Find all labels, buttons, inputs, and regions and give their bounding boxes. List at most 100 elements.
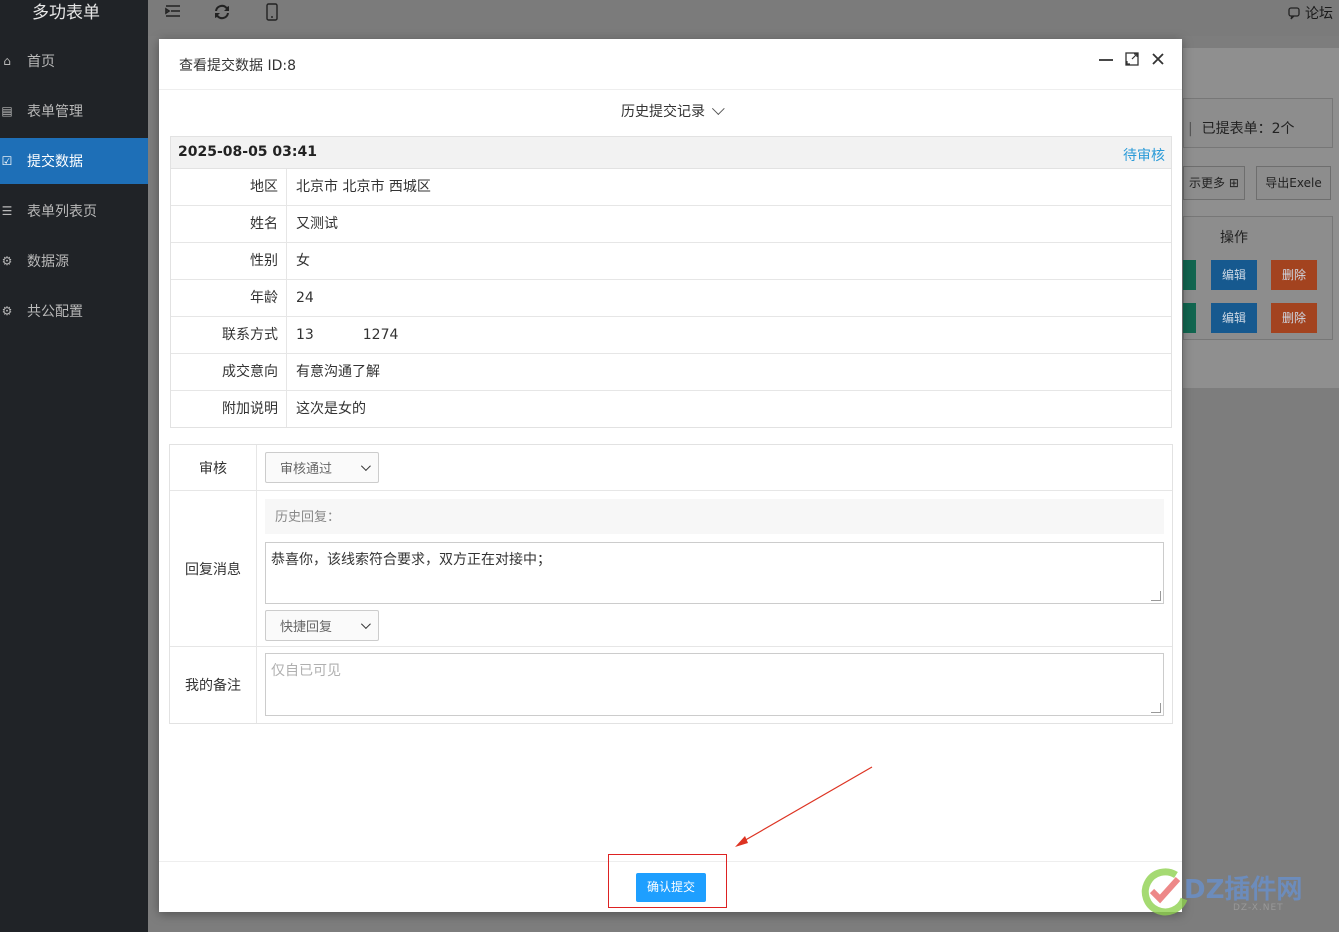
show-more-button[interactable]: 示更多 ⊞ — [1183, 166, 1245, 200]
view-submission-modal: 查看提交数据 ID:8 历史提交记录 2025-08-05 03:41 待审核 … — [159, 39, 1182, 912]
sidebar-item-5[interactable]: ⚙ 共公配置 — [0, 288, 148, 334]
history-toggle-label: 历史提交记录 — [621, 104, 705, 120]
minimize-icon[interactable] — [1095, 51, 1117, 73]
sidebar-item-2[interactable]: ☑ 提交数据 — [0, 138, 148, 184]
sidebar-item-label: 表单列表页 — [27, 204, 97, 220]
record-row: 成交意向 有意沟通了解 — [171, 353, 1171, 390]
reply-row: 回复消息 历史回复： 恭喜你，该线索符合要求，双方正在对接中； 快捷回复 — [170, 490, 1172, 646]
review-cell: 审核通过 — [257, 445, 1172, 490]
note-placeholder: 仅自已可见 — [271, 663, 341, 679]
home-icon: ⌂ — [3, 54, 11, 68]
sidebar-item-0[interactable]: ⌂ 首页 — [0, 38, 148, 84]
note-row: 我的备注 仅自已可见 — [170, 646, 1172, 723]
sidebar-nav: ⌂ 首页 ▤ 表单管理 ☑ 提交数据 ☰ 表单列表页 ⚙ 数据源 ⚙ 共公配置 — [0, 38, 148, 338]
topbar: 论坛 — [148, 0, 1339, 36]
mobile-icon[interactable] — [261, 3, 283, 23]
field-value: 这次是女的 — [296, 401, 366, 417]
field-value: 24 — [296, 290, 314, 306]
watermark: DZ插件网 DZ-X.NET — [1138, 865, 1328, 919]
record-row: 联系方式 13 1274 — [171, 316, 1171, 353]
field-value: 又测试 — [296, 216, 338, 232]
field-value: 13 1274 — [296, 327, 399, 343]
field-value: 北京市 北京市 西城区 — [296, 179, 431, 195]
submitted-count: | 已提表单：2个 — [1188, 121, 1295, 137]
list-icon: ☰ — [1, 204, 13, 218]
chevron-down-icon — [360, 461, 371, 472]
field-label: 附加说明 — [171, 391, 287, 427]
refresh-icon[interactable] — [211, 3, 233, 23]
field-label: 性别 — [171, 243, 287, 279]
review-status-select[interactable]: 审核通过 — [265, 452, 379, 483]
field-label: 联系方式 — [171, 317, 287, 353]
history-toggle[interactable]: 历史提交记录 — [159, 101, 1182, 121]
forum-label: 论坛 — [1305, 6, 1333, 22]
confirm-submit-button[interactable]: 确认提交 — [636, 873, 706, 902]
form-icon: ▤ — [1, 104, 13, 118]
review-form: 审核 审核通过 回复消息 历史回复： 恭喜你，该线索符合要求，双方正在对接中； … — [169, 444, 1173, 724]
resize-handle-icon[interactable] — [1151, 591, 1161, 601]
chevron-down-icon — [360, 619, 371, 630]
datasource-icon: ⚙ — [1, 254, 13, 268]
modal-title: 查看提交数据 ID:8 — [179, 58, 296, 74]
operation-header: 操作 — [1220, 230, 1248, 246]
sidebar-item-label: 共公配置 — [27, 304, 83, 320]
field-value: 女 — [296, 253, 310, 269]
watermark-text: DZ插件网 — [1184, 875, 1303, 905]
note-label: 我的备注 — [170, 647, 257, 723]
record-date: 2025-08-05 03:41 — [178, 144, 317, 160]
record-row: 附加说明 这次是女的 — [171, 390, 1171, 427]
gear-icon: ⚙ — [1, 304, 13, 318]
field-label: 成交意向 — [171, 354, 287, 390]
view-button[interactable] — [1183, 303, 1196, 333]
field-label: 地区 — [171, 169, 287, 205]
resize-handle-icon[interactable] — [1151, 703, 1161, 713]
brand-title: 多功表单 — [32, 3, 100, 23]
note-cell: 仅自已可见 — [257, 647, 1172, 723]
field-label: 年龄 — [171, 280, 287, 316]
reply-textarea[interactable]: 恭喜你，该线索符合要求，双方正在对接中； — [265, 542, 1164, 604]
edit-button[interactable]: 编辑 — [1211, 260, 1257, 290]
sidebar-item-3[interactable]: ☰ 表单列表页 — [0, 188, 148, 234]
export-excel-button[interactable]: 导出Exele — [1256, 166, 1331, 200]
sidebar-item-label: 表单管理 — [27, 104, 83, 120]
record-row: 姓名 又测试 — [171, 205, 1171, 242]
submit-data-icon: ☑ — [1, 154, 13, 168]
modal-header: 查看提交数据 ID:8 — [159, 39, 1182, 90]
field-label: 姓名 — [171, 206, 287, 242]
menu-toggle-icon[interactable] — [162, 3, 184, 23]
note-textarea[interactable]: 仅自已可见 — [265, 653, 1164, 716]
forum-link[interactable]: 论坛 — [1287, 3, 1333, 23]
record-row: 年龄 24 — [171, 279, 1171, 316]
watermark-subtext: DZ-X.NET — [1233, 903, 1284, 913]
view-button[interactable] — [1183, 260, 1196, 290]
sidebar-item-label: 提交数据 — [27, 154, 83, 170]
record-header: 2025-08-05 03:41 待审核 — [171, 137, 1171, 169]
delete-button[interactable]: 删除 — [1271, 303, 1317, 333]
sidebar-item-label: 数据源 — [27, 254, 69, 270]
sidebar-item-1[interactable]: ▤ 表单管理 — [0, 88, 148, 134]
record-row: 性别女 — [171, 242, 1171, 279]
record-row: 地区 北京市 北京市 西城区 — [171, 169, 1171, 205]
reply-label: 回复消息 — [170, 491, 257, 646]
edit-button[interactable]: 编辑 — [1211, 303, 1257, 333]
sidebar-item-label: 首页 — [27, 54, 55, 70]
reply-message-text: 恭喜你，该线索符合要求，双方正在对接中； — [271, 552, 551, 568]
chevron-down-icon — [711, 102, 725, 116]
record-fields: 地区 北京市 北京市 西城区 姓名 又测试 性别女年龄 24 联系方式 13 1274 成交意向… — [171, 169, 1171, 427]
quick-reply-value: 快捷回复 — [280, 620, 333, 635]
submission-record: 2025-08-05 03:41 待审核 地区 北京市 北京市 西城区 姓名 又测试性… — [170, 136, 1172, 428]
review-row: 审核 审核通过 — [170, 445, 1172, 490]
sidebar-item-4[interactable]: ⚙ 数据源 — [0, 238, 148, 284]
reply-cell: 历史回复： 恭喜你，该线索符合要求，双方正在对接中； 快捷回复 — [257, 491, 1172, 646]
chat-icon — [1288, 7, 1300, 20]
maximize-icon[interactable] — [1121, 51, 1143, 73]
status-badge: 待审核 — [1123, 148, 1165, 164]
history-reply-box: 历史回复： — [265, 499, 1164, 534]
delete-button[interactable]: 删除 — [1271, 260, 1317, 290]
sidebar: 多功表单 ⌂ 首页 ▤ 表单管理 ☑ 提交数据 ☰ 表单列表页 ⚙ 数据源 ⚙ 共公配置 — [0, 0, 148, 932]
review-label: 审核 — [170, 445, 257, 490]
close-icon[interactable] — [1147, 51, 1169, 73]
field-value: 有意沟通了解 — [296, 364, 380, 380]
review-status-value: 审核通过 — [280, 462, 333, 477]
quick-reply-select[interactable]: 快捷回复 — [265, 610, 379, 641]
